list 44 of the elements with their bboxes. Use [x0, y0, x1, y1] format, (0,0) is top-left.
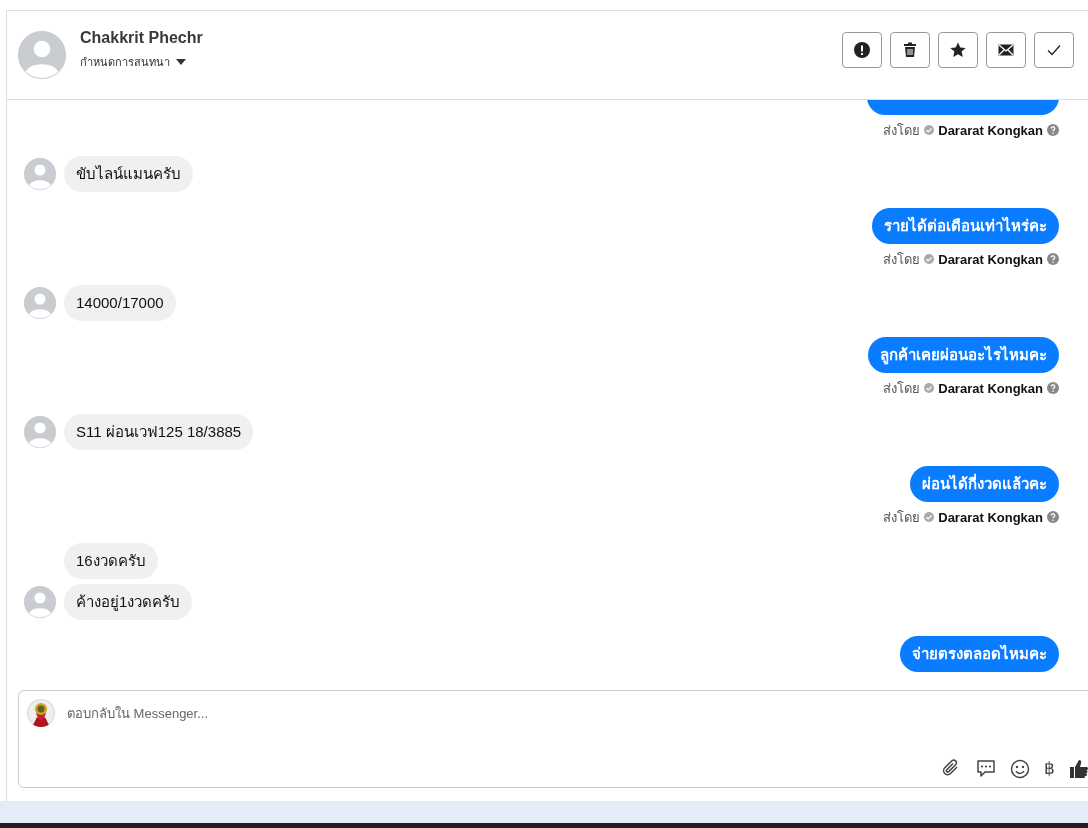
mail-icon: [998, 42, 1014, 58]
smiley-icon[interactable]: [1010, 758, 1030, 779]
contact-name: Chakkrit Phechr: [80, 29, 204, 47]
conversation-label: กำหนดการสนทนา: [80, 55, 170, 70]
mail-button[interactable]: [986, 32, 1026, 68]
star-button[interactable]: [938, 32, 978, 68]
sent-by-label: ส่งโดย: [883, 121, 921, 140]
message-bubble: ผ่อนได้กี่งวดแล้วคะ: [910, 466, 1059, 502]
dropdown-caret-icon[interactable]: [176, 59, 186, 65]
check-icon: [1046, 42, 1062, 58]
alert-icon: [854, 42, 870, 58]
message-bubble: จ่ายตรงตลอดไหมคะ: [900, 636, 1059, 672]
sender-name: Dararat Kongkan: [938, 251, 1043, 267]
check-circle-icon: [924, 512, 935, 522]
delete-button[interactable]: [890, 32, 930, 68]
reply-field[interactable]: ตอบกลับใน Messenger...: [65, 704, 1088, 722]
message-bubble: S11 ผ่อนเวฟ125 18/3885: [64, 414, 254, 450]
sent-by-label: ส่งโดย: [883, 250, 921, 269]
star-icon: [950, 42, 966, 58]
check-circle-icon: [924, 383, 935, 393]
done-button[interactable]: [1034, 32, 1074, 68]
help-icon: [1047, 253, 1059, 265]
avatar: [18, 31, 66, 79]
trash-icon: [902, 42, 918, 58]
help-icon: [1047, 511, 1059, 523]
sender-name: Dararat Kongkan: [938, 509, 1043, 525]
sent-by-label: ส่งโดย: [883, 508, 921, 527]
message-bubble: 16งวดครับ: [64, 543, 158, 579]
message-bubble: ลูกค้าเคยผ่อนอะไรไหมคะ: [868, 337, 1059, 373]
message-bubble: รายได้ต่อเดือนเท่าไหร่คะ: [872, 208, 1059, 244]
check-circle-icon: [924, 125, 935, 135]
help-icon: [1047, 124, 1059, 136]
thumbs-up-icon[interactable]: [1069, 758, 1088, 779]
sender-name: Dararat Kongkan: [938, 122, 1043, 138]
message-bubble: ขับไลน์แมนครับ: [64, 156, 193, 192]
comment-icon[interactable]: [976, 758, 996, 779]
sent-by-label: ส่งโดย: [883, 379, 921, 398]
currency-button[interactable]: ฿: [1044, 758, 1055, 779]
message-bubble: 14000/17000: [64, 285, 176, 321]
sender-name: Dararat Kongkan: [938, 380, 1043, 396]
message-bubble: ค้างอยู่1งวดครับ: [64, 584, 193, 620]
check-circle-icon: [924, 254, 935, 264]
help-icon: [1047, 382, 1059, 394]
report-button[interactable]: [842, 32, 882, 68]
